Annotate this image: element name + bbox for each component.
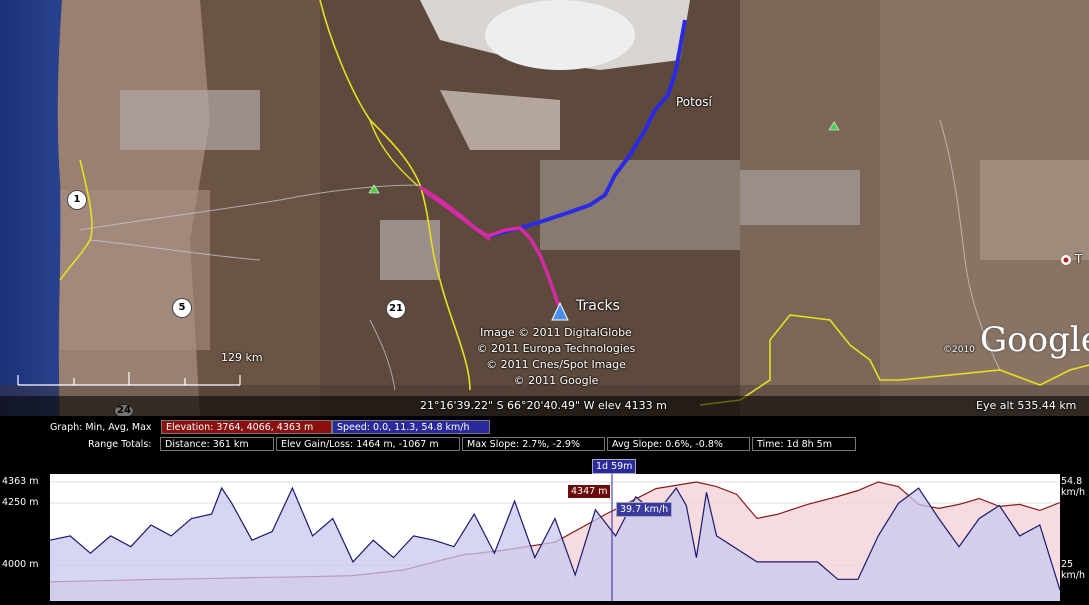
elevation-gain-loss: Elev Gain/Loss: 1464 m, -1067 m (276, 437, 460, 451)
cursor-elevation-tag: 4347 m (568, 485, 611, 498)
place-label-potosi[interactable]: Potosí (676, 95, 712, 109)
cursor-speed-tag: 39.7 km/h (616, 502, 673, 517)
y-left-tick-max: 4363 m (2, 476, 39, 487)
graph-label: Graph: Min, Avg, Max (50, 422, 152, 433)
road-shield-5: 5 (173, 299, 191, 317)
logo-copyright: ©2010 (943, 345, 975, 355)
profile-chart[interactable]: 4363 m 4250 m 4000 m 54.8 km/h 25 km/h 1… (0, 459, 1089, 601)
google-logo: Google (980, 320, 1089, 360)
scale-label: 129 km (221, 351, 263, 364)
road-shield-1: 1 (68, 191, 86, 209)
road-shield-21: 21 (387, 300, 405, 318)
y-left-tick-4000: 4000 m (2, 559, 39, 570)
y-left-tick-4250: 4250 m (2, 497, 39, 508)
attribution-line: © 2011 Google (513, 374, 599, 387)
status-bar: 21°16'39.22" S 66°20'40.49" W elev 4133 … (0, 396, 1089, 416)
elevation-stats-button[interactable]: Elevation: 3764, 4066, 4363 m (161, 420, 332, 434)
distance-total: Distance: 361 km (160, 437, 274, 451)
avg-slope: Avg Slope: 0.6%, -0.8% (607, 437, 750, 451)
y-right-tick-max: 54.8 km/h (1061, 476, 1085, 498)
cursor-coordinates: 21°16'39.22" S 66°20'40.49" W elev 4133 … (420, 399, 667, 412)
attribution: Image © 2011 DigitalGlobe © 2011 Europa … (466, 325, 646, 389)
attribution-line: Image © 2011 DigitalGlobe (480, 326, 632, 339)
place-label-edge[interactable]: T (1075, 252, 1082, 266)
cursor-time-tag: 1d 59m (592, 459, 637, 474)
attribution-line: © 2011 Cnes/Spot Image (486, 358, 626, 371)
map-view[interactable]: Potosí Tracks T 1 5 21 24 129 km Image ©… (0, 0, 1089, 416)
profile-chart-svg[interactable] (0, 468, 1089, 601)
range-totals-label: Range Totals: (88, 439, 152, 450)
time-total: Time: 1d 8h 5m (752, 437, 856, 451)
y-right-tick-25: 25 km/h (1061, 559, 1085, 581)
place-label-tracks[interactable]: Tracks (576, 298, 620, 314)
eye-altitude: Eye alt 535.44 km (976, 399, 1077, 412)
speed-stats-button[interactable]: Speed: 0.0, 11.3, 54.8 km/h (332, 420, 490, 434)
attribution-line: © 2011 Europa Technologies (476, 342, 636, 355)
max-slope: Max Slope: 2.7%, -2.9% (462, 437, 605, 451)
